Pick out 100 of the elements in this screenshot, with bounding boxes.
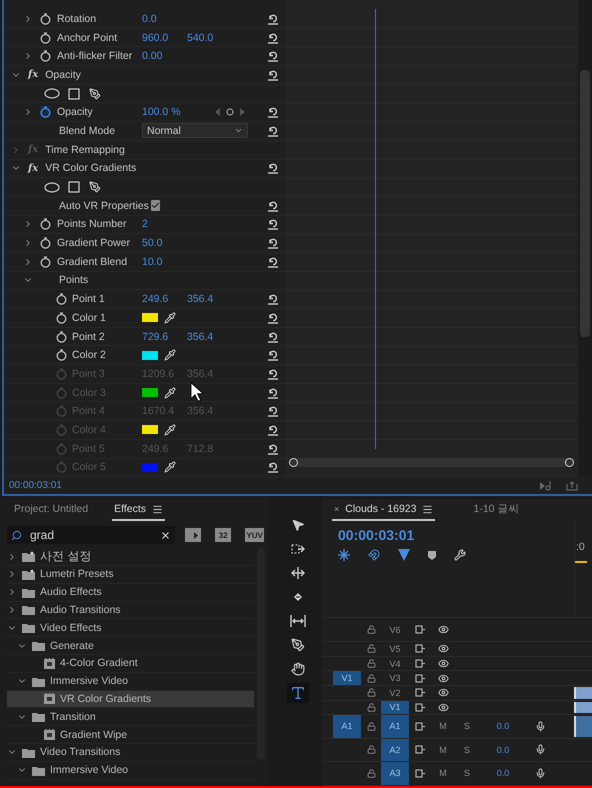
reset-icon[interactable] (267, 349, 279, 362)
eye-icon[interactable] (438, 702, 448, 713)
track-target[interactable]: A3 (381, 762, 409, 785)
stopwatch-icon[interactable] (40, 106, 51, 118)
folder-item[interactable]: Lumetri Presets (7, 566, 254, 584)
pen-mask-icon[interactable] (89, 181, 101, 194)
property-value[interactable]: 0.0 (142, 12, 187, 25)
rectangle-mask-icon[interactable] (68, 181, 80, 194)
property-value[interactable]: 10.0 (142, 256, 187, 268)
reset-icon[interactable] (267, 12, 279, 25)
folder-item[interactable]: Transition (7, 708, 254, 726)
property-value[interactable]: 540.0 (187, 32, 232, 44)
effect-item[interactable]: 4-Color Gradient (7, 654, 254, 673)
clip[interactable] (574, 686, 592, 699)
track-target[interactable]: A1 (381, 715, 409, 738)
lock-icon[interactable] (366, 745, 376, 754)
stopwatch-icon[interactable] (40, 256, 51, 268)
eyedropper-icon[interactable] (164, 461, 176, 474)
color-swatch[interactable] (142, 350, 158, 360)
folder-item[interactable]: Immersive Video (7, 762, 254, 780)
reset-icon[interactable] (267, 256, 279, 268)
snap-icon[interactable] (368, 549, 380, 562)
sync-lock-icon[interactable] (414, 768, 426, 778)
reset-icon[interactable] (267, 32, 279, 44)
clip[interactable] (574, 716, 592, 737)
marker-icon[interactable] (428, 550, 436, 560)
reset-icon[interactable] (267, 293, 279, 306)
export-icon[interactable] (566, 480, 578, 491)
eye-icon[interactable] (438, 687, 448, 698)
lock-icon[interactable] (366, 702, 376, 712)
panel-tab[interactable]: Effects (112, 499, 166, 522)
search-field[interactable]: grad (7, 526, 175, 544)
reset-icon[interactable] (267, 200, 279, 212)
eye-icon[interactable] (438, 624, 448, 636)
reset-icon[interactable] (267, 50, 279, 62)
sequence-tab[interactable]: 1-10 글씨 (471, 499, 522, 522)
source-patch[interactable]: A1 (333, 715, 361, 738)
lock-icon[interactable] (366, 625, 376, 634)
folder-item[interactable]: Video Effects (7, 619, 254, 638)
sync-lock-icon[interactable] (414, 659, 426, 668)
reset-icon[interactable] (267, 162, 279, 174)
stopwatch-icon[interactable] (56, 293, 67, 306)
eyedropper-icon[interactable] (164, 424, 176, 436)
solo-toggle[interactable]: S (464, 744, 470, 755)
clip[interactable] (574, 702, 592, 714)
eyedropper-icon[interactable] (164, 386, 176, 399)
stopwatch-icon[interactable] (56, 330, 67, 343)
track-target[interactable]: A2 (381, 738, 409, 762)
rectangle-mask-icon[interactable] (68, 88, 80, 100)
sequence-tab[interactable]: × Clouds - 16923 (332, 499, 436, 522)
volume-value[interactable]: 0.0 (496, 721, 510, 732)
mute-toggle[interactable]: M (439, 744, 447, 755)
accelerated-filter-icon[interactable] (184, 528, 202, 542)
volume-value[interactable]: 0.0 (496, 768, 510, 778)
volume-value[interactable]: 0.0 (496, 744, 510, 755)
microphone-icon[interactable] (534, 720, 546, 732)
lock-icon[interactable] (366, 674, 376, 683)
sync-lock-icon[interactable] (414, 674, 426, 683)
sync-lock-icon[interactable] (414, 745, 426, 754)
property-value[interactable]: 249.6 (142, 293, 187, 306)
folder-item[interactable]: 사전 설정 (7, 548, 254, 566)
property-value[interactable]: 50.0 (142, 237, 187, 250)
property-value[interactable]: 2 (142, 218, 187, 230)
property-value[interactable]: 356.4 (187, 330, 232, 343)
stopwatch-icon[interactable] (40, 12, 51, 25)
lock-icon[interactable] (366, 688, 376, 698)
lock-icon[interactable] (366, 644, 376, 654)
eye-icon[interactable] (438, 672, 448, 684)
zoom-scrollbar[interactable] (289, 458, 574, 468)
lock-icon[interactable] (366, 768, 376, 778)
track-target[interactable]: V1 (381, 700, 409, 714)
sync-lock-icon[interactable] (414, 702, 426, 712)
track-target[interactable]: V4 (381, 656, 409, 670)
property-value[interactable]: 356.4 (187, 293, 232, 306)
property-value[interactable]: 0.00 (142, 50, 187, 62)
lock-icon[interactable] (366, 659, 376, 668)
nest-icon[interactable] (338, 549, 350, 562)
sync-lock-icon[interactable] (414, 722, 426, 731)
clear-icon[interactable] (160, 530, 171, 541)
source-patch[interactable]: V1 (333, 671, 361, 685)
stopwatch-icon[interactable] (56, 312, 67, 324)
track-target[interactable]: V6 (381, 618, 409, 642)
reset-icon[interactable] (267, 312, 279, 324)
ellipse-mask-icon[interactable] (44, 182, 60, 193)
solo-toggle[interactable]: S (464, 721, 470, 732)
reset-icon[interactable] (267, 68, 279, 81)
eyedropper-icon[interactable] (164, 312, 176, 324)
effect-item[interactable]: Gradient Wipe (7, 726, 254, 744)
scrollbar[interactable] (578, 0, 592, 478)
filter-toggle[interactable]: 32 (215, 528, 232, 542)
panel-tab[interactable]: Project: Untitled (12, 499, 90, 522)
color-swatch[interactable] (142, 313, 158, 322)
stopwatch-icon[interactable] (40, 218, 51, 230)
reset-icon[interactable] (267, 106, 279, 118)
reset-icon[interactable] (267, 330, 279, 343)
reset-icon[interactable] (267, 237, 279, 250)
checkbox[interactable] (150, 200, 160, 212)
close-tab[interactable]: × (334, 504, 340, 514)
microphone-icon[interactable] (534, 768, 546, 779)
tool-button[interactable] (287, 683, 309, 704)
